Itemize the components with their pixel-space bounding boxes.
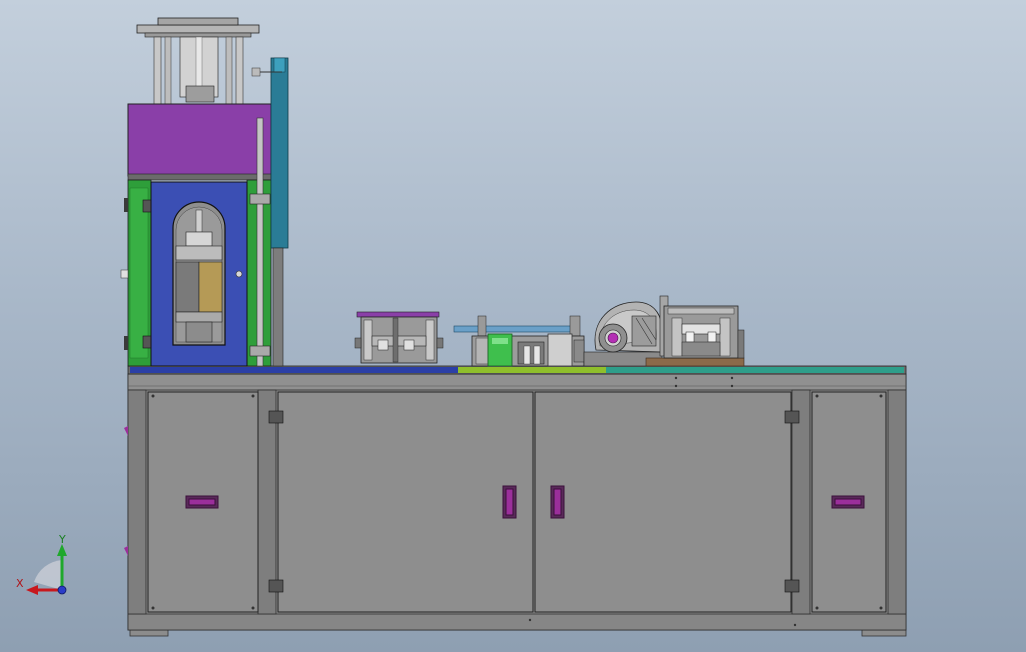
feeder-module-1: [354, 311, 444, 364]
z-axis-dot: [57, 585, 67, 595]
cabinet-door-center-right: [534, 391, 792, 613]
press-assembly: [120, 17, 289, 367]
cabinet-door-center-left: [277, 391, 534, 613]
transfer-module: [453, 315, 585, 367]
axis-triad[interactable]: Y X: [16, 533, 67, 595]
base-cabinet: [124, 373, 907, 637]
cad-viewport[interactable]: Y X: [0, 0, 1026, 652]
machine-drawing: Y X: [16, 17, 907, 637]
worktable-top: [127, 365, 907, 375]
y-axis-label: Y: [58, 533, 66, 546]
axis-triad-plane: [34, 560, 62, 590]
x-axis-label: X: [16, 577, 24, 590]
roller-motor-unit: [583, 295, 669, 367]
